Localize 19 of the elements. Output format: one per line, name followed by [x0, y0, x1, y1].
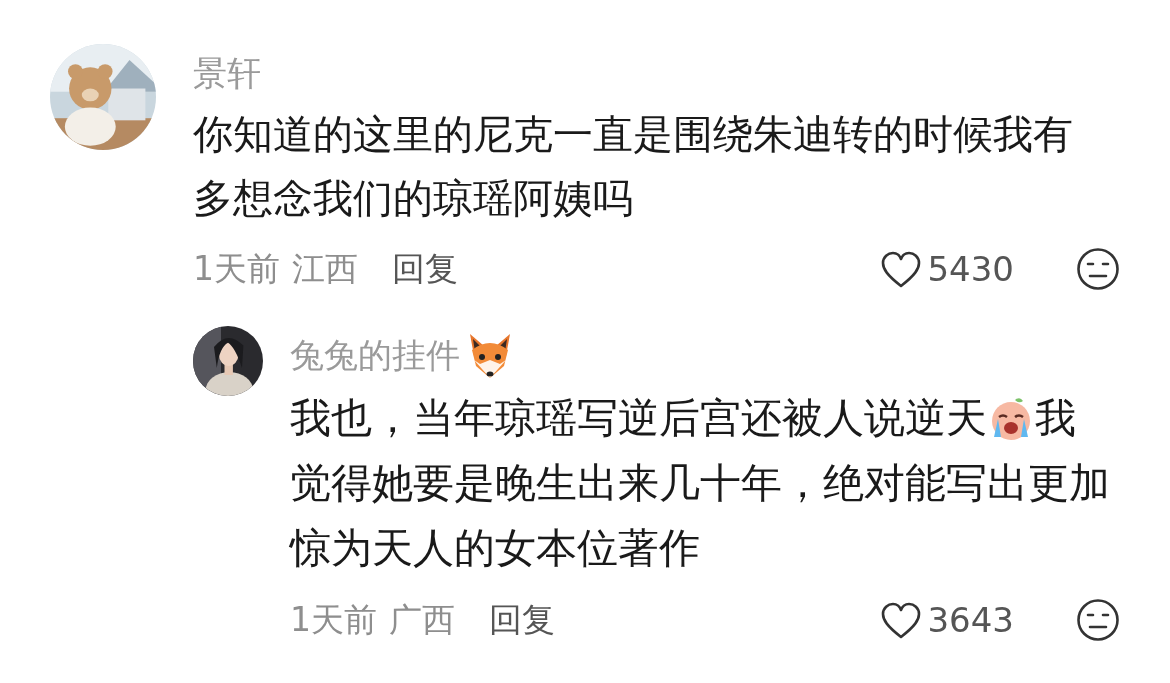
user-name: 景轩: [193, 52, 261, 95]
reply-link[interactable]: 回复: [489, 597, 555, 643]
like-button[interactable]: 5430: [881, 249, 1014, 289]
heart-icon: [881, 250, 922, 288]
heart-icon: [881, 601, 922, 639]
comment-location: 江西: [292, 247, 358, 290]
comment-text: 觉得她要是晚生出来几十年，绝对能写出更加: [290, 458, 1111, 509]
reply-link[interactable]: 回复: [392, 246, 458, 292]
comment-text: 你知道的这里的尼克一直是围绕朱迪转的时候我有多想念我们的琼瑶阿姨吗: [193, 110, 1074, 223]
neutral-face-icon[interactable]: [1076, 598, 1120, 642]
comment-text: 我也，当年琼瑶写逆后宫还被人说逆天: [290, 393, 987, 444]
comment-time: 1天前: [290, 598, 377, 641]
comment-location: 广西: [389, 598, 455, 641]
comment-time: 1天前: [193, 247, 280, 290]
neutral-face-icon[interactable]: [1076, 247, 1120, 291]
comment-text: 我: [1035, 393, 1076, 444]
comment-text: 惊为天人的女本位著作: [290, 523, 701, 574]
like-button[interactable]: 3643: [881, 600, 1014, 640]
user-name: 兔兔的挂件: [290, 334, 460, 377]
